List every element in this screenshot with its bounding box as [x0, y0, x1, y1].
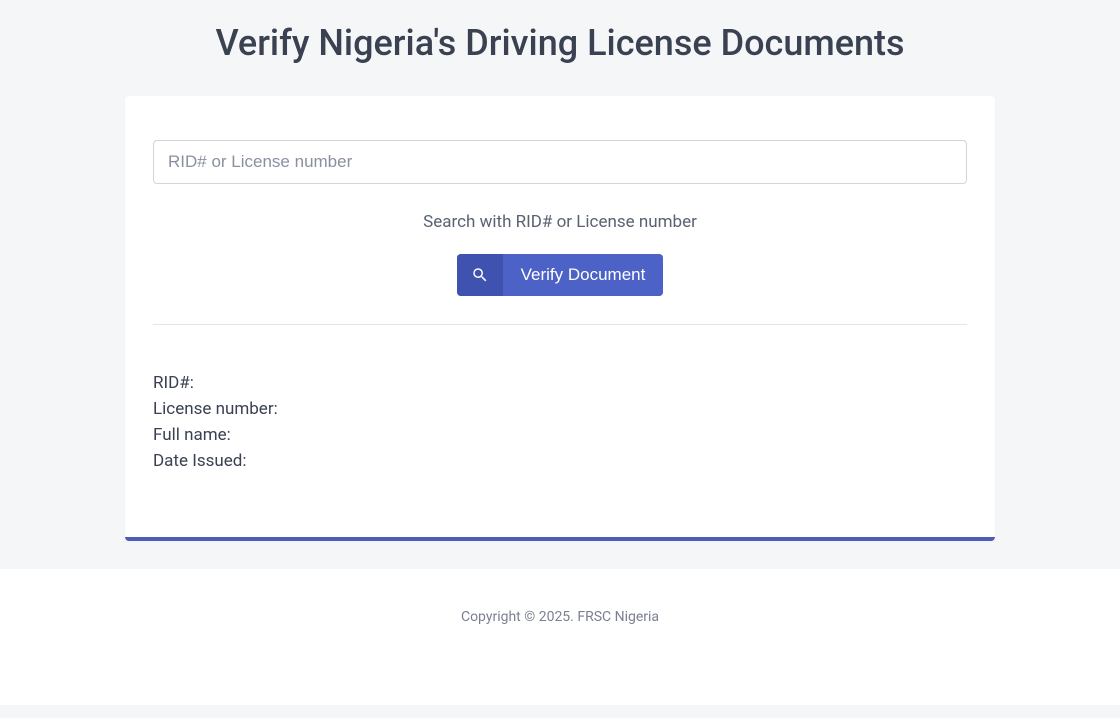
verify-card: Search with RID# or License number Verif…	[125, 96, 995, 541]
verify-button-label: Verify Document	[503, 254, 664, 296]
search-input[interactable]	[153, 140, 967, 184]
divider	[153, 324, 967, 325]
results-block: RID#: License number: Full name: Date Is…	[153, 373, 967, 471]
result-date: Date Issued:	[153, 451, 967, 471]
result-date-label: Date Issued:	[153, 451, 246, 471]
verify-button[interactable]: Verify Document	[457, 254, 664, 296]
result-fullname-label: Full name:	[153, 425, 231, 445]
footer-text: Copyright © 2025. FRSC Nigeria	[461, 609, 659, 625]
result-license-label: License number:	[153, 399, 278, 419]
page-title: Verify Nigeria's Driving License Documen…	[0, 0, 1120, 78]
result-fullname: Full name:	[153, 425, 967, 445]
result-license: License number:	[153, 399, 967, 419]
result-rid-label: RID#:	[153, 373, 194, 393]
result-rid: RID#:	[153, 373, 967, 393]
search-icon	[457, 254, 503, 296]
footer: Copyright © 2025. FRSC Nigeria	[0, 569, 1120, 705]
search-helper-text: Search with RID# or License number	[153, 212, 967, 232]
